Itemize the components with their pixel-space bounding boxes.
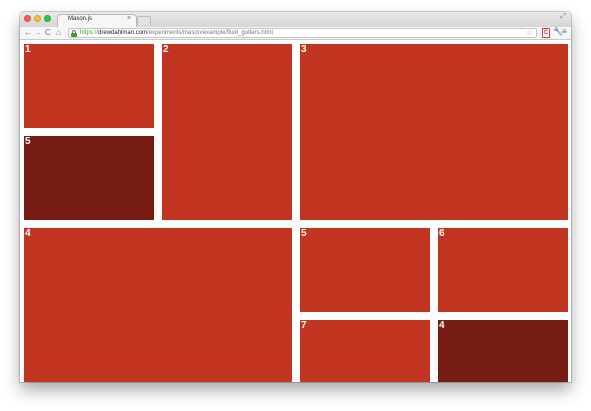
maximize-window-button[interactable] xyxy=(44,15,51,22)
tile-number: 5 xyxy=(25,136,31,147)
tile-5: 5 xyxy=(300,228,430,312)
tile-number: 3 xyxy=(301,44,307,55)
reload-icon[interactable]: C xyxy=(45,28,51,38)
extension-icon[interactable]: C xyxy=(542,28,550,38)
forward-icon[interactable]: → xyxy=(34,28,42,38)
new-tab-button[interactable] xyxy=(137,16,151,25)
minimize-window-button[interactable] xyxy=(34,15,41,22)
url-host: drewdahlman.com xyxy=(98,30,148,36)
tile-number: 1 xyxy=(25,44,31,55)
lock-icon-body xyxy=(71,33,77,37)
tab-title: Mason.js xyxy=(68,16,93,22)
fullscreen-icon[interactable]: ⤢ xyxy=(560,13,566,21)
tile-4-dark: 4 xyxy=(438,320,568,382)
tile-number: 4 xyxy=(439,320,445,331)
tab-mason[interactable]: Mason.js × xyxy=(57,14,137,27)
browser-toolbar: ← → C ⌂ https://drewdahlman.com/experime… xyxy=(20,27,571,40)
tile-7: 7 xyxy=(300,320,430,382)
menu-icon[interactable]: ≡ xyxy=(562,27,567,36)
tile-number: 7 xyxy=(301,320,307,331)
back-icon[interactable]: ← xyxy=(24,28,32,38)
tile-number: 4 xyxy=(25,228,31,239)
tile-3: 3 xyxy=(300,44,568,220)
tile-5-dark: 5 xyxy=(24,136,154,220)
url-path: /experiments/mason/example/fluid_gutters… xyxy=(147,30,273,36)
bookmark-star-icon[interactable]: ☆ xyxy=(526,28,533,37)
page-content: Mason 1 2 3 5 4 5 6 7 4 xyxy=(20,40,571,382)
close-window-button[interactable] xyxy=(24,15,31,22)
home-icon[interactable]: ⌂ xyxy=(56,28,61,38)
tile-6: 6 xyxy=(438,228,568,312)
tile-number: 2 xyxy=(163,44,169,55)
url-text[interactable]: https://drewdahlman.com/experiments/maso… xyxy=(80,29,273,38)
address-bar[interactable]: https://drewdahlman.com/experiments/maso… xyxy=(68,28,537,38)
tile-2: 2 xyxy=(162,44,292,220)
url-scheme: https:// xyxy=(80,30,99,36)
tile-4: 4 xyxy=(24,228,292,382)
tile-1: 1 xyxy=(24,44,154,128)
tile-number: 6 xyxy=(439,228,445,239)
tab-close-icon[interactable]: × xyxy=(127,15,131,22)
tile-number: 5 xyxy=(301,228,307,239)
tab-bar: Mason.js × ⤢ xyxy=(20,12,571,27)
browser-window: Mason.js × ⤢ ← → C ⌂ https://drewdahlman… xyxy=(20,12,571,382)
